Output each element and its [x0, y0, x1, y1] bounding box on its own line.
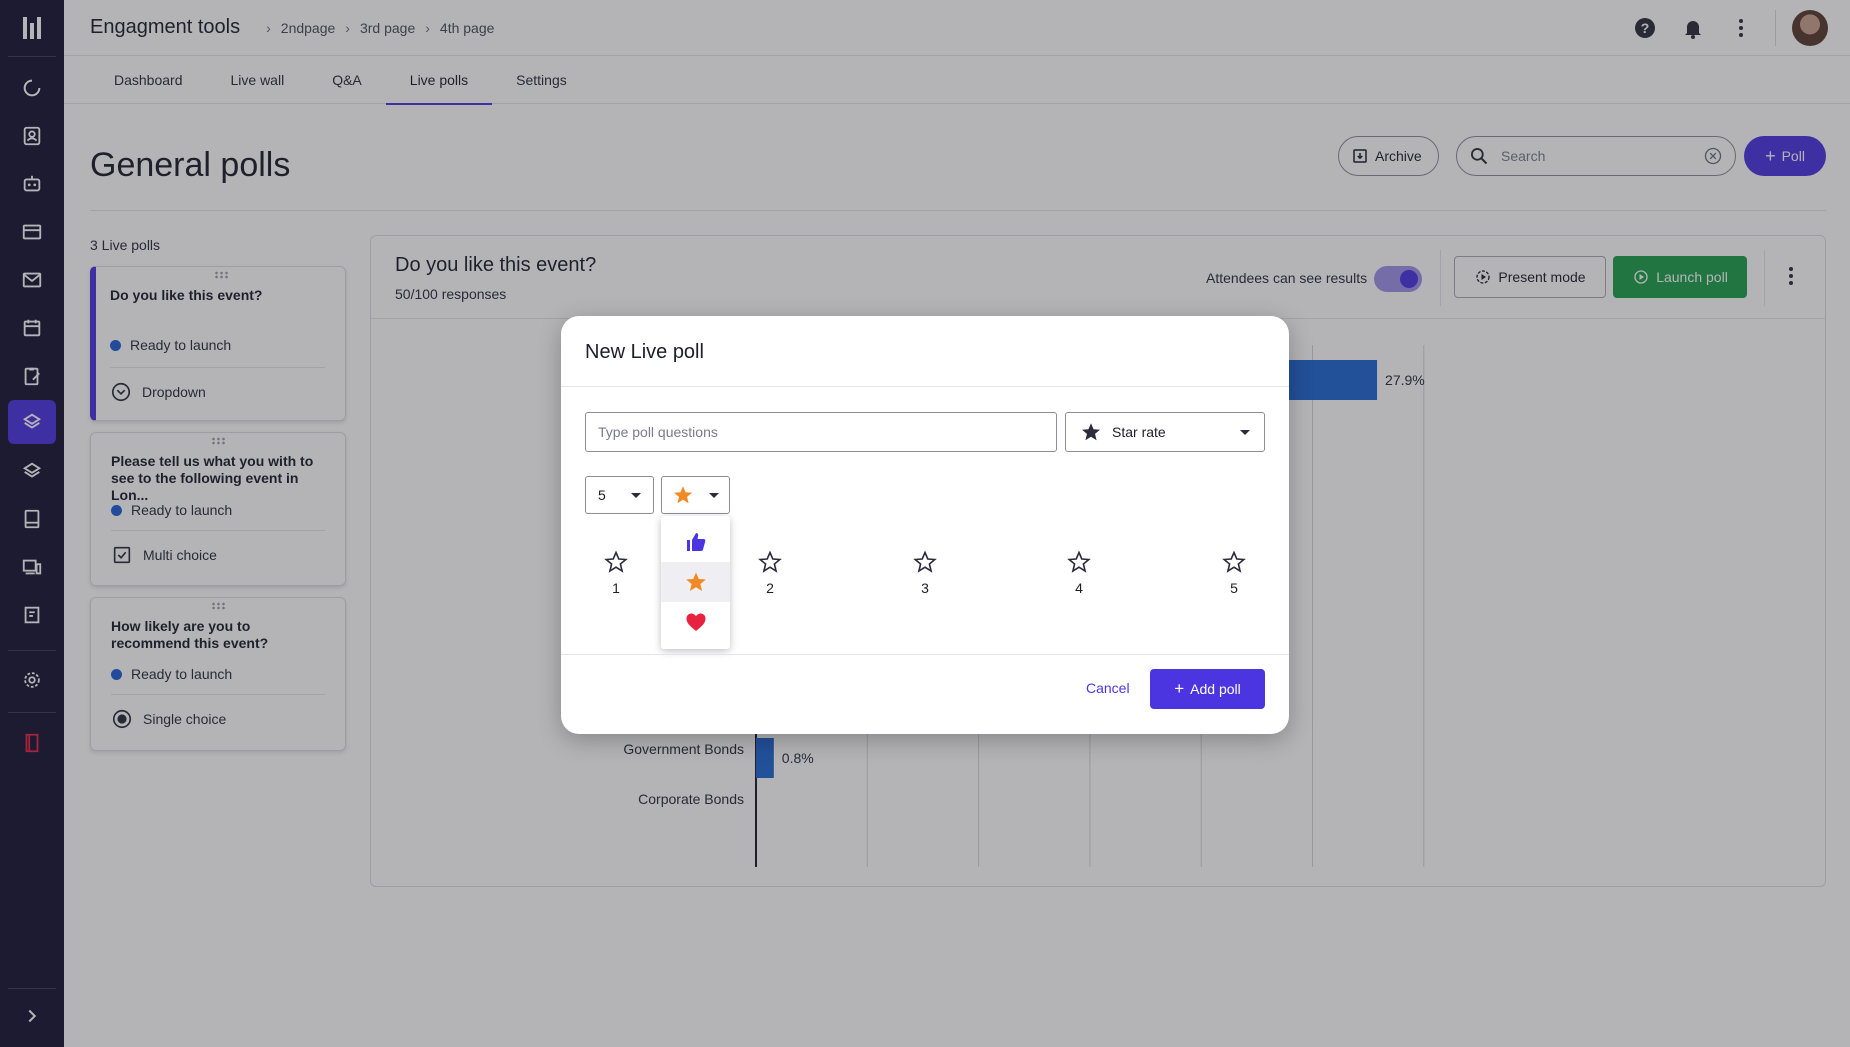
rating-label: 4 [1075, 580, 1083, 596]
add-poll-submit-label: Add poll [1190, 681, 1241, 697]
dialog-title: New Live poll [585, 341, 704, 363]
thumbs-up-icon [686, 533, 705, 551]
star-outline-icon [913, 550, 937, 573]
poll-type-select[interactable]: Star rate [1065, 412, 1265, 452]
star-filled-icon [685, 572, 706, 591]
rating-option: 2 [750, 550, 790, 596]
caret-down-icon [1240, 429, 1250, 435]
cancel-button[interactable]: Cancel [1086, 680, 1130, 696]
star-count-select[interactable]: 5 [585, 476, 654, 514]
rating-option: 5 [1214, 550, 1254, 596]
rating-label: 2 [766, 580, 774, 596]
new-poll-dialog: New Live poll Star rate 5 1 2 3 4 5 [561, 316, 1289, 734]
star-count-value: 5 [598, 487, 606, 503]
heart-icon [686, 613, 705, 631]
plus-icon: + [1174, 679, 1185, 698]
add-poll-submit-button[interactable]: + Add poll [1150, 669, 1265, 709]
star-filled-icon [674, 486, 692, 504]
rating-option: 4 [1059, 550, 1099, 596]
divider [561, 654, 1289, 655]
rating-option: 3 [905, 550, 945, 596]
star-outline-icon [758, 550, 782, 573]
menu-item-heart[interactable] [661, 602, 730, 642]
rating-label: 3 [921, 580, 929, 596]
divider [561, 386, 1289, 387]
icon-style-select[interactable] [661, 476, 730, 514]
rating-label: 1 [612, 580, 620, 596]
caret-down-icon [709, 492, 719, 498]
star-outline-icon [1222, 550, 1246, 573]
rating-option: 1 [596, 550, 636, 596]
star-outline-icon [604, 550, 628, 573]
rating-label: 5 [1230, 580, 1238, 596]
star-filled-icon [1082, 423, 1100, 441]
icon-style-menu [661, 516, 730, 649]
menu-item-thumbs-up[interactable] [661, 522, 730, 562]
poll-type-value: Star rate [1112, 424, 1166, 440]
poll-question-input[interactable] [585, 412, 1057, 452]
menu-item-star[interactable] [661, 562, 730, 602]
caret-down-icon [631, 492, 641, 498]
star-outline-icon [1067, 550, 1091, 573]
